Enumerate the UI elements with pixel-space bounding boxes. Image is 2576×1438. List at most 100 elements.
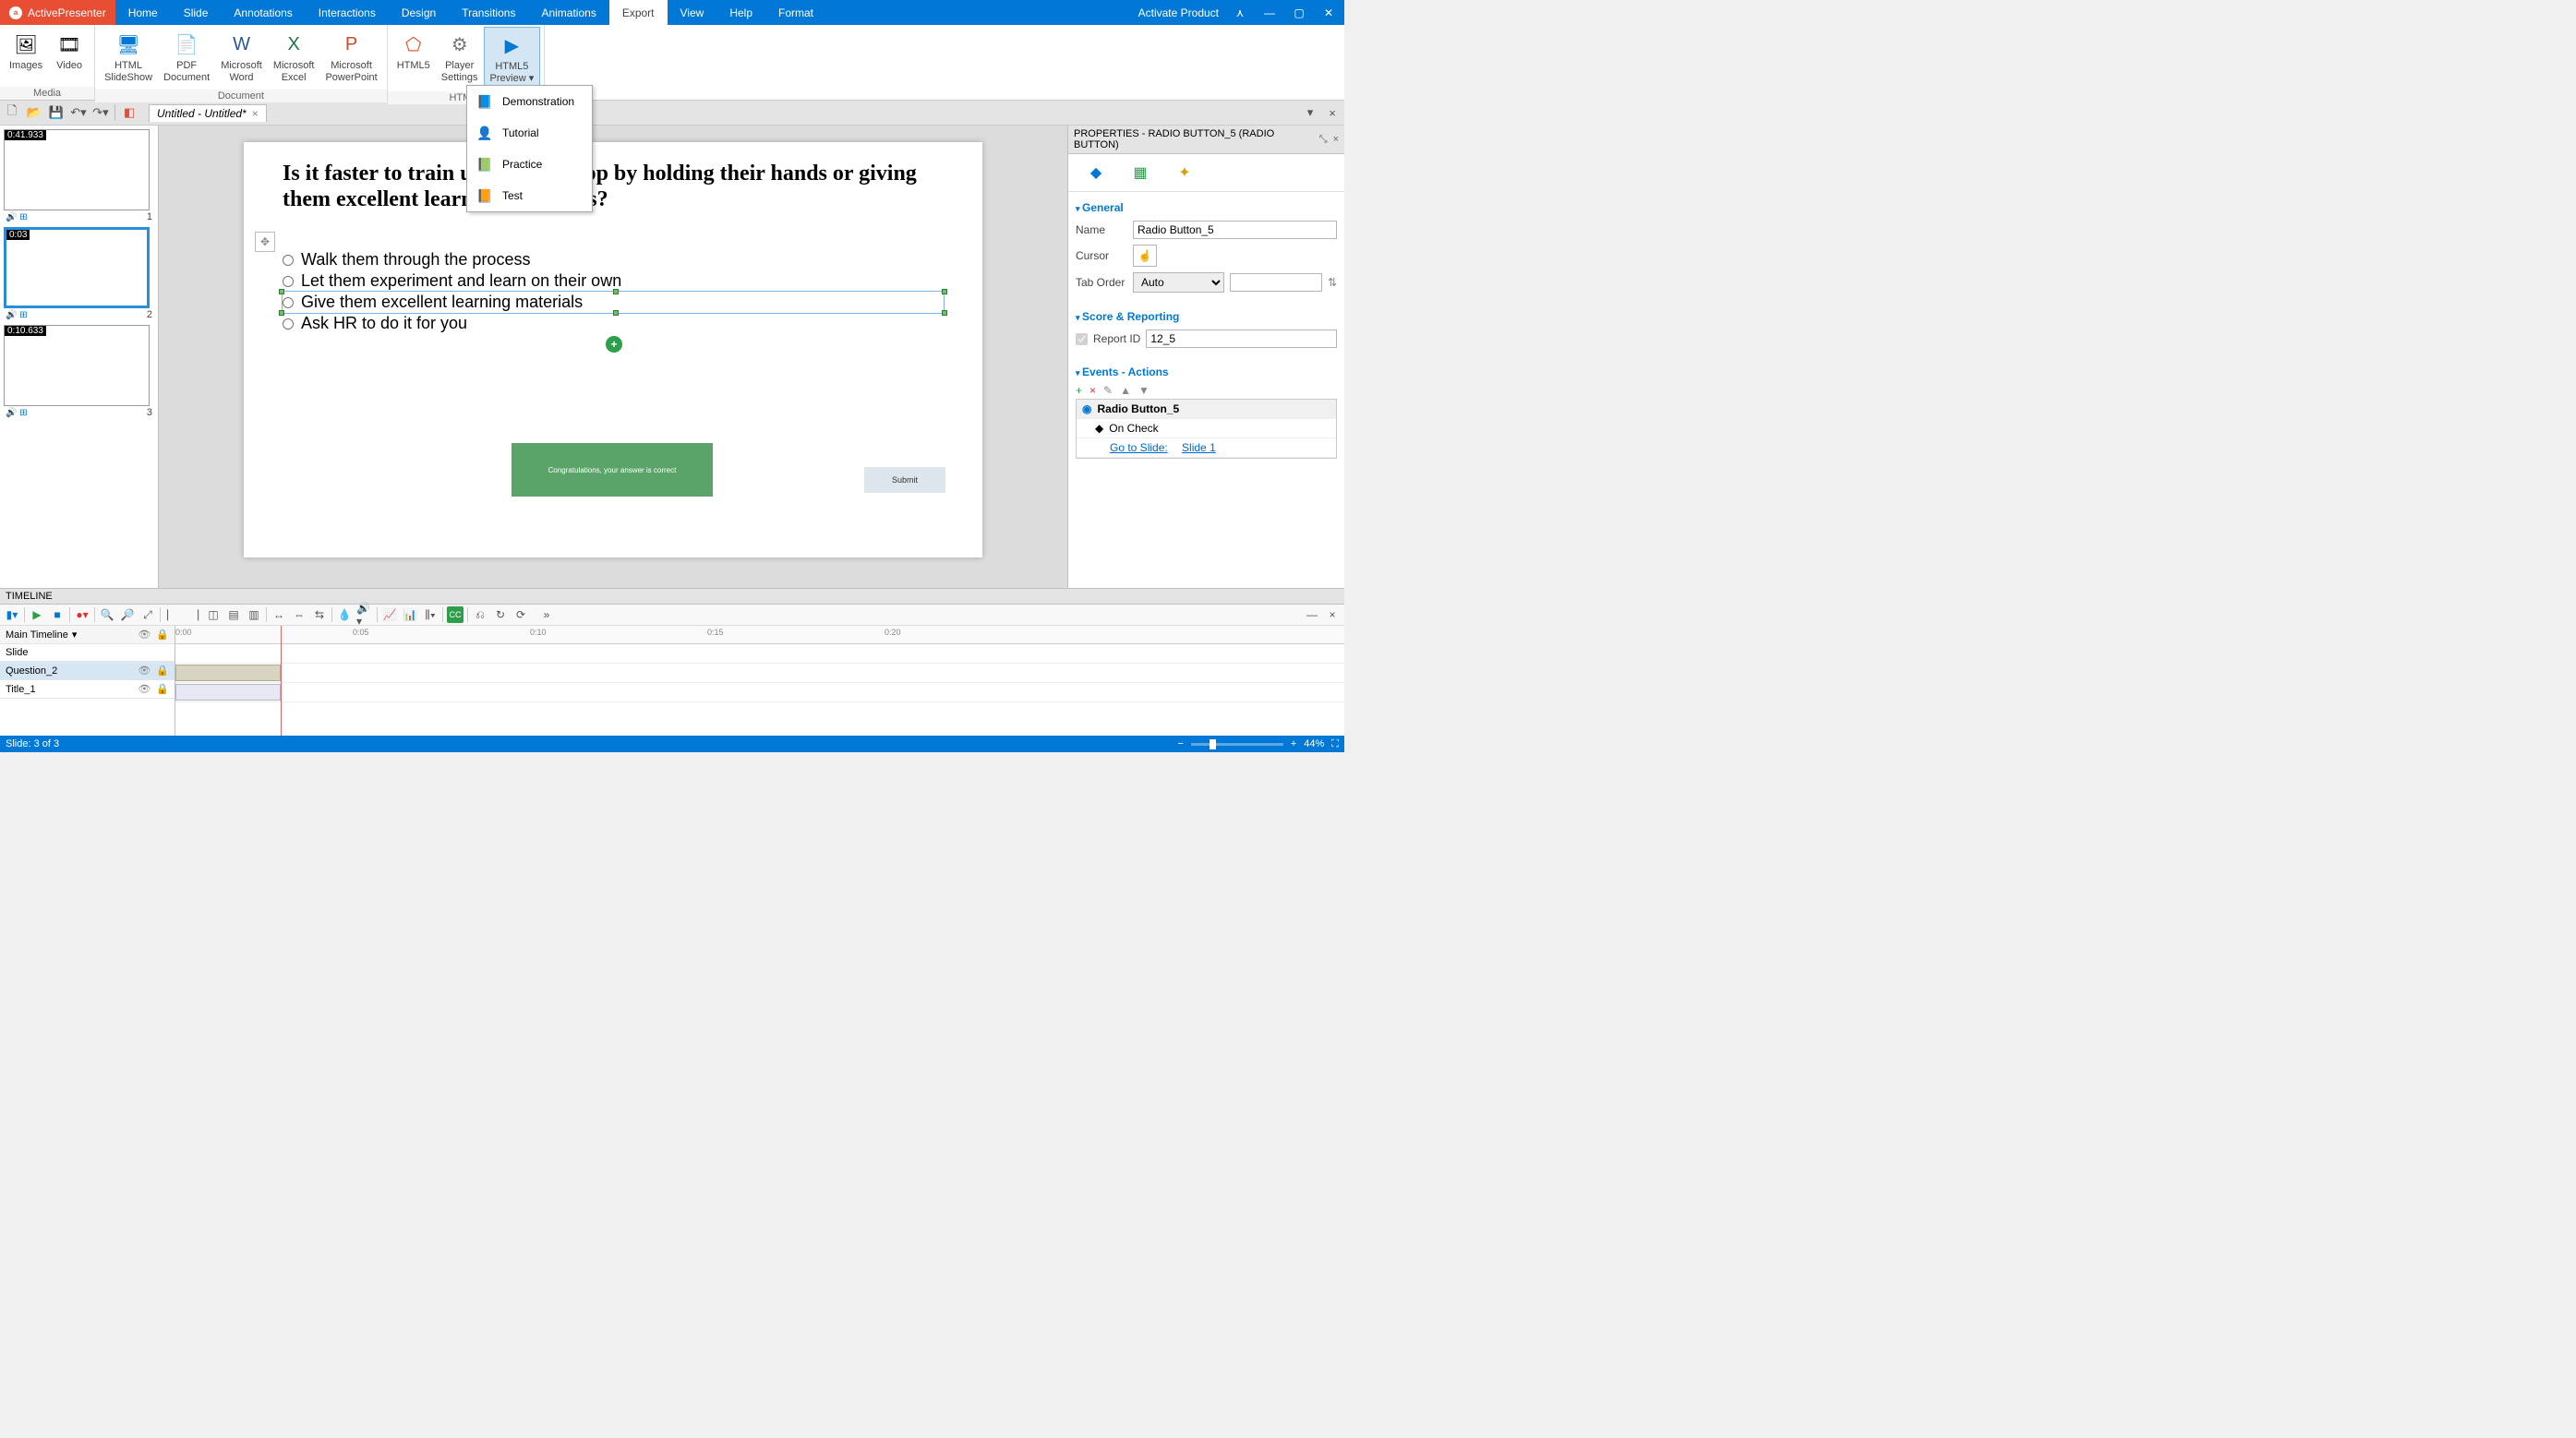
move-handle-icon[interactable]: ✥ (255, 232, 275, 252)
tl-c1-icon[interactable]: ↔ (271, 606, 287, 623)
section-events[interactable]: Events - Actions (1076, 362, 1337, 382)
style-tab-icon[interactable]: ◆ (1085, 162, 1107, 184)
images-btn[interactable]: 🖼Images (4, 27, 48, 85)
pdf-doc-btn[interactable]: 📄PDF Document (158, 27, 215, 88)
tl-cc-icon[interactable]: CC (447, 606, 463, 623)
event-action-label[interactable]: Go to Slide: (1110, 441, 1168, 454)
fit-icon[interactable]: ⛶ (1331, 738, 1339, 750)
track-header-question_2[interactable]: Question_2👁🔒 (0, 662, 175, 680)
tab-export[interactable]: Export (609, 0, 668, 25)
taborder-select[interactable]: Auto (1133, 272, 1224, 293)
timeline-canvas[interactable]: 0:000:050:100:150:20 (175, 626, 1344, 736)
panel-menu-icon[interactable]: ▾ (1302, 104, 1318, 121)
tl-e3-icon[interactable]: ⫼▾ (422, 606, 439, 623)
submit-button[interactable]: Submit (864, 467, 945, 493)
tl-e2-icon[interactable]: 📊 (402, 606, 418, 623)
tl-b1-icon[interactable]: ⎸ (164, 606, 181, 623)
tab-slide[interactable]: Slide (171, 0, 222, 25)
tl-f2-icon[interactable]: ↻ (492, 606, 509, 623)
answer-row-2[interactable]: Give them excellent learning materials (283, 292, 944, 313)
resize-handle[interactable] (613, 289, 619, 294)
tl-f1-icon[interactable]: ⎌ (472, 606, 488, 623)
undo-icon[interactable]: ↶▾ (70, 104, 87, 121)
add-answer-button[interactable]: + (606, 336, 622, 353)
tab-help[interactable]: Help (716, 0, 765, 25)
document-tab[interactable]: Untitled - Untitled* × (149, 104, 267, 122)
tl-b2-icon[interactable]: ⎹ (185, 606, 201, 623)
tl-c3-icon[interactable]: ⇆ (311, 606, 328, 623)
new-icon[interactable]: 🗋 (4, 104, 20, 121)
tab-format[interactable]: Format (765, 0, 826, 25)
open-icon[interactable]: 📂 (26, 104, 42, 121)
preview-practice[interactable]: 📗Practice (467, 149, 592, 180)
tl-more-icon[interactable]: » (538, 606, 555, 623)
event-action-target[interactable]: Slide 1 (1182, 441, 1216, 454)
eye-icon[interactable]: 👁 (138, 665, 150, 677)
event-object-row[interactable]: ◉ Radio Button_5 (1077, 400, 1336, 419)
tl-d1-icon[interactable]: 💧 (336, 606, 353, 623)
section-general[interactable]: General (1076, 198, 1337, 218)
cursor-picker[interactable]: ☝ (1133, 245, 1157, 267)
event-del-icon[interactable]: × (1089, 384, 1096, 397)
interact-tab-icon[interactable]: ✦ (1174, 162, 1196, 184)
eye-icon[interactable]: 👁 (138, 683, 150, 695)
event-action-row[interactable]: Go to Slide: Slide 1 (1077, 438, 1336, 458)
video-btn[interactable]: 🎞Video (48, 27, 90, 85)
name-input[interactable] (1133, 221, 1337, 239)
tab-animations[interactable]: Animations (528, 0, 608, 25)
lock-icon[interactable]: 🔒 (156, 629, 169, 641)
help-icon[interactable]: ⋏ (1232, 6, 1248, 19)
slide-thumb-3[interactable]: 0:10.633 🔊 ⊞3 (4, 325, 154, 419)
reportid-input[interactable] (1146, 330, 1337, 348)
html-slideshow-btn[interactable]: 🖥HTML SlideShow (99, 27, 158, 88)
lock-icon[interactable]: 🔒 (156, 683, 169, 695)
zoom-in-icon[interactable]: + (1291, 738, 1296, 749)
ms-word-btn[interactable]: WMicrosoft Word (215, 27, 268, 88)
slide-canvas[interactable]: ✥ Is it faster to train users on an app … (244, 142, 982, 557)
eye-icon[interactable]: 👁 (138, 629, 150, 641)
answer-radio-3[interactable] (283, 318, 294, 330)
tab-view[interactable]: View (668, 0, 717, 25)
tl-zoomin-icon[interactable]: 🔍 (99, 606, 115, 623)
track-title[interactable] (175, 683, 1344, 702)
redo-icon[interactable]: ↷▾ (92, 104, 109, 121)
activate-product-link[interactable]: Activate Product (1138, 6, 1219, 19)
section-score[interactable]: Score & Reporting (1076, 306, 1337, 327)
slide-thumb-1[interactable]: 0:41.933 🔊 ⊞1 (4, 129, 154, 223)
html5-btn[interactable]: ⬠HTML5 (391, 27, 436, 90)
event-add-icon[interactable]: + (1076, 384, 1082, 397)
zoom-out-icon[interactable]: − (1177, 738, 1183, 749)
tl-f3-icon[interactable]: ⟳ (512, 606, 529, 623)
slide-thumb-2[interactable]: 0:03 🔊 ⊞2 (4, 227, 154, 321)
tl-play-icon[interactable]: ▶ (29, 606, 45, 623)
tl-stop-icon[interactable]: ■ (49, 606, 66, 623)
event-up-icon[interactable]: ▲ (1120, 384, 1131, 397)
track-header-title_1[interactable]: Title_1👁🔒 (0, 680, 175, 699)
event-trigger-row[interactable]: ◆ On Check (1077, 419, 1336, 438)
answer-radio-0[interactable] (283, 255, 294, 266)
tl-snap-icon[interactable]: ▮▾ (4, 606, 20, 623)
tl-min-icon[interactable]: — (1304, 606, 1320, 623)
tl-c2-icon[interactable]: ⇔ (291, 606, 307, 623)
playhead[interactable] (281, 626, 282, 736)
document-close-icon[interactable]: × (252, 107, 259, 120)
tab-home[interactable]: Home (115, 0, 171, 25)
tl-zoomout-icon[interactable]: 🔎 (119, 606, 136, 623)
taborder-number[interactable] (1230, 273, 1321, 292)
resize-handle[interactable] (279, 289, 284, 294)
ms-ppt-btn[interactable]: PMicrosoft PowerPoint (319, 27, 382, 88)
tl-b5-icon[interactable]: ▥ (246, 606, 262, 623)
zoom-slider[interactable] (1191, 743, 1283, 746)
answer-radio-2[interactable] (283, 297, 294, 308)
tl-b4-icon[interactable]: ▤ (225, 606, 242, 623)
size-tab-icon[interactable]: ▦ (1129, 162, 1151, 184)
preview-tutorial[interactable]: 👤Tutorial (467, 117, 592, 149)
maximize-icon[interactable]: ▢ (1291, 6, 1307, 19)
tl-close-icon[interactable]: × (1324, 606, 1341, 623)
tl-rec-icon[interactable]: ●▾ (74, 606, 90, 623)
close-icon[interactable]: ✕ (1320, 6, 1337, 19)
lock-icon[interactable]: 🔒 (156, 665, 169, 677)
answer-row-3[interactable]: Ask HR to do it for you (283, 313, 944, 334)
tl-e1-icon[interactable]: 📈 (381, 606, 398, 623)
answer-row-0[interactable]: Walk them through the process (283, 249, 944, 270)
